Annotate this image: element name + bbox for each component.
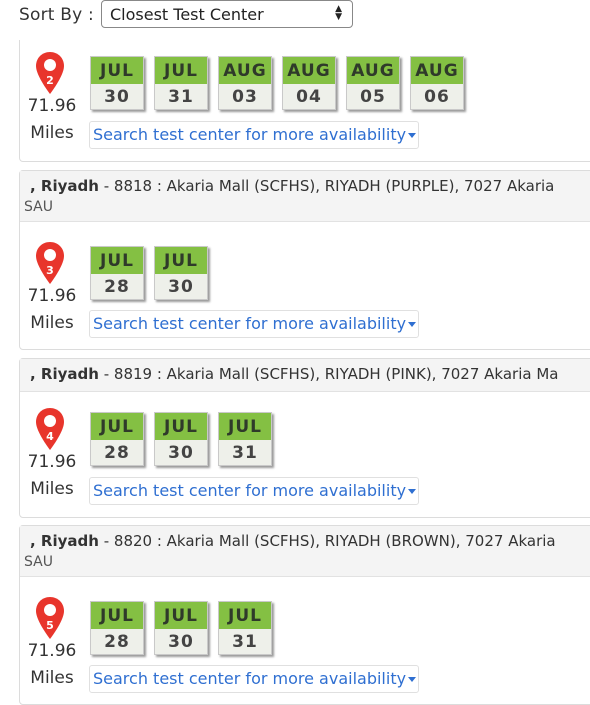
map-pin-icon bbox=[36, 408, 64, 450]
test-center-title: , Riyadh - 8819 : Akaria Mall (SCFHS), R… bbox=[30, 365, 558, 383]
test-center-name: - 8819 : Akaria Mall (SCFHS), RIYADH (PI… bbox=[103, 365, 559, 383]
date-button[interactable]: JUL 28 bbox=[90, 412, 144, 466]
date-button[interactable]: JUL 31 bbox=[218, 412, 272, 466]
date-month: JUL bbox=[91, 57, 143, 84]
date-button[interactable]: JUL 30 bbox=[154, 412, 208, 466]
distance-unit: Miles bbox=[30, 479, 74, 499]
date-month: JUL bbox=[155, 57, 207, 84]
date-month: JUL bbox=[155, 247, 207, 274]
date-button[interactable]: JUL 30 bbox=[154, 601, 208, 655]
test-center-header: , Riyadh - 8819 : Akaria Mall (SCFHS), R… bbox=[20, 359, 590, 392]
more-availability-dropdown[interactable]: Search test center for more availability bbox=[89, 477, 419, 505]
map-pin-icon bbox=[36, 52, 64, 94]
more-availability-label: Search test center for more availability bbox=[93, 314, 407, 333]
test-center-title: , Riyadh - 8818 : Akaria Mall (SCFHS), R… bbox=[30, 177, 554, 195]
more-availability-dropdown[interactable]: Search test center for more availability bbox=[89, 665, 419, 693]
map-pin-icon bbox=[36, 597, 64, 639]
test-center-city: , Riyadh bbox=[30, 532, 99, 550]
date-month: JUL bbox=[219, 413, 271, 440]
date-button[interactable]: JUL 28 bbox=[90, 246, 144, 300]
map-pin-icon bbox=[36, 242, 64, 284]
date-month: JUL bbox=[155, 413, 207, 440]
test-center-name: - 8820 : Akaria Mall (SCFHS), RIYADH (BR… bbox=[103, 532, 556, 550]
select-arrows-icon: ▲ ▼ bbox=[335, 4, 342, 22]
date-day: 31 bbox=[232, 632, 258, 652]
date-day: 28 bbox=[104, 443, 130, 463]
date-button[interactable]: JUL 28 bbox=[90, 601, 144, 655]
test-center-header: , Riyadh - 8818 : Akaria Mall (SCFHS), R… bbox=[20, 171, 590, 222]
date-button[interactable]: JUL 31 bbox=[218, 601, 272, 655]
test-center-title: , Riyadh - 8820 : Akaria Mall (SCFHS), R… bbox=[30, 532, 556, 550]
sort-select[interactable]: Closest Test Center ▲ ▼ bbox=[101, 0, 353, 28]
date-button[interactable]: JUL 30 bbox=[90, 56, 144, 110]
caret-down-icon bbox=[408, 322, 416, 327]
date-button[interactable]: AUG 06 bbox=[410, 56, 464, 110]
more-availability-label: Search test center for more availability bbox=[93, 669, 407, 688]
test-center-panel: , Riyadh - 8818 : Akaria Mall (SCFHS), R… bbox=[19, 170, 590, 350]
more-availability-label: Search test center for more availability bbox=[93, 481, 407, 500]
distance-value: 71.96 bbox=[27, 286, 77, 306]
date-button[interactable]: JUL 30 bbox=[154, 246, 208, 300]
date-month: AUG bbox=[411, 57, 463, 84]
date-day: 30 bbox=[104, 87, 130, 107]
more-availability-dropdown[interactable]: Search test center for more availability bbox=[89, 310, 419, 338]
test-center-name: - 8818 : Akaria Mall (SCFHS), RIYADH (PU… bbox=[103, 177, 555, 195]
date-day: 05 bbox=[360, 87, 386, 107]
distance-value: 71.96 bbox=[27, 96, 77, 116]
test-center-panel: 2 71.96 Miles JUL 30 JUL 31 AUG 03 AUG 04 AU… bbox=[19, 40, 590, 162]
date-button[interactable]: AUG 05 bbox=[346, 56, 400, 110]
date-month: AUG bbox=[347, 57, 399, 84]
sort-label: Sort By : bbox=[19, 5, 94, 25]
test-center-country: SAU bbox=[24, 199, 53, 215]
date-month: JUL bbox=[155, 602, 207, 629]
date-month: JUL bbox=[219, 602, 271, 629]
date-day: 28 bbox=[104, 277, 130, 297]
date-month: JUL bbox=[91, 602, 143, 629]
date-month: AUG bbox=[283, 57, 335, 84]
more-availability-label: Search test center for more availability bbox=[93, 125, 407, 144]
date-day: 03 bbox=[232, 87, 258, 107]
distance-value: 71.96 bbox=[27, 452, 77, 472]
test-center-panel: , Riyadh - 8820 : Akaria Mall (SCFHS), R… bbox=[19, 525, 590, 705]
test-center-city: , Riyadh bbox=[30, 365, 99, 383]
pin-number: 2 bbox=[46, 74, 54, 87]
test-center-city: , Riyadh bbox=[30, 177, 99, 195]
distance-value: 71.96 bbox=[27, 641, 77, 661]
distance-unit: Miles bbox=[30, 313, 74, 333]
date-month: AUG bbox=[219, 57, 271, 84]
caret-down-icon bbox=[408, 677, 416, 682]
sort-select-value: Closest Test Center bbox=[110, 5, 264, 24]
date-month: JUL bbox=[91, 247, 143, 274]
distance-unit: Miles bbox=[30, 123, 74, 143]
more-availability-dropdown[interactable]: Search test center for more availability bbox=[89, 121, 419, 149]
date-day: 04 bbox=[296, 87, 322, 107]
pin-number: 3 bbox=[46, 264, 54, 277]
date-button[interactable]: AUG 03 bbox=[218, 56, 272, 110]
caret-down-icon bbox=[408, 133, 416, 138]
test-center-country: SAU bbox=[24, 554, 53, 570]
test-center-panel: , Riyadh - 8819 : Akaria Mall (SCFHS), R… bbox=[19, 358, 590, 518]
caret-down-icon bbox=[408, 489, 416, 494]
date-day: 30 bbox=[168, 632, 194, 652]
date-button[interactable]: AUG 04 bbox=[282, 56, 336, 110]
date-day: 31 bbox=[168, 87, 194, 107]
date-day: 31 bbox=[232, 443, 258, 463]
pin-number: 5 bbox=[46, 619, 54, 632]
date-day: 06 bbox=[424, 87, 450, 107]
date-day: 30 bbox=[168, 443, 194, 463]
sort-bar: Sort By : Closest Test Center ▲ ▼ bbox=[0, 0, 590, 40]
test-center-header: , Riyadh - 8820 : Akaria Mall (SCFHS), R… bbox=[20, 526, 590, 577]
date-day: 28 bbox=[104, 632, 130, 652]
distance-unit: Miles bbox=[30, 668, 74, 688]
date-day: 30 bbox=[168, 277, 194, 297]
date-month: JUL bbox=[91, 413, 143, 440]
date-button[interactable]: JUL 31 bbox=[154, 56, 208, 110]
pin-number: 4 bbox=[46, 430, 54, 443]
